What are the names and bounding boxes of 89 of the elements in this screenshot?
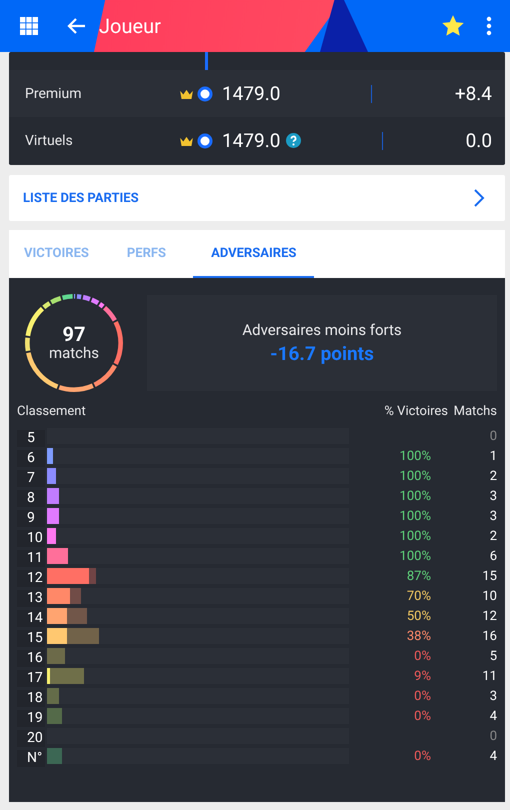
rank-label: 8 bbox=[17, 490, 45, 507]
crown-icon bbox=[179, 88, 194, 98]
match-count-cell-text: 11 bbox=[481, 668, 497, 684]
match-count-cell-text: 4 bbox=[488, 748, 497, 764]
back-arrow-icon[interactable] bbox=[67, 16, 87, 36]
win-percent: 50% bbox=[406, 608, 431, 624]
rank-label: 15 bbox=[17, 630, 45, 647]
match-count: 97 bbox=[62, 324, 86, 344]
win-percent: 100% bbox=[398, 508, 431, 524]
rating-change: +8.4 bbox=[454, 82, 492, 105]
chevron-right-icon[interactable] bbox=[473, 188, 485, 208]
win-percent: 87% bbox=[406, 568, 431, 584]
matches-bar bbox=[47, 648, 66, 664]
summary-title: Adversaires moins forts bbox=[242, 321, 402, 339]
rank-label: 17 bbox=[17, 670, 45, 687]
matches-bar bbox=[47, 468, 56, 484]
crown-icon bbox=[179, 136, 194, 146]
win-percent: 100% bbox=[398, 528, 431, 544]
rank-label: 12 bbox=[17, 570, 45, 587]
match-count-cell-text: 3 bbox=[488, 508, 497, 524]
win-percent: 70% bbox=[406, 588, 431, 604]
match-count-cell-text: 0 bbox=[488, 728, 497, 744]
win-percent: 100% bbox=[398, 448, 431, 464]
matches-bar bbox=[47, 668, 84, 684]
match-count-cell-text: 3 bbox=[488, 688, 497, 704]
win-percent: 0% bbox=[413, 648, 431, 664]
matches-bar bbox=[47, 688, 60, 704]
match-count-cell-text: 15 bbox=[481, 568, 497, 584]
rank-label: 6 bbox=[17, 450, 45, 467]
match-count-cell-text: 0 bbox=[488, 428, 497, 444]
column-header: Matchs bbox=[452, 404, 497, 418]
matches-bar bbox=[47, 488, 60, 504]
match-count-cell-text: 4 bbox=[488, 708, 497, 724]
win-percent: 100% bbox=[398, 468, 431, 484]
win-percent: 0% bbox=[413, 708, 431, 724]
window-title: Joueur bbox=[99, 14, 161, 38]
rank-label: 13 bbox=[17, 590, 45, 607]
rank-label: 14 bbox=[17, 610, 45, 627]
match-count-cell-text: 10 bbox=[481, 588, 497, 604]
column-header: % Victoires bbox=[383, 404, 448, 418]
win-percent: 0% bbox=[413, 688, 431, 704]
match-count-cell-text: 6 bbox=[488, 548, 497, 564]
match-unit: matchs bbox=[48, 344, 100, 362]
matches-bar bbox=[47, 588, 80, 604]
grid-menu-icon[interactable] bbox=[20, 17, 38, 35]
rating-label: Virtuels bbox=[25, 132, 74, 148]
rank-label: 16 bbox=[17, 650, 45, 667]
match-count-cell-text: 2 bbox=[488, 528, 497, 544]
rank-label: 18 bbox=[17, 690, 45, 707]
win-percent: 0% bbox=[413, 748, 431, 764]
more-options-icon[interactable] bbox=[486, 16, 492, 36]
column-header: Classement bbox=[17, 404, 87, 418]
rank-label: 19 bbox=[17, 710, 45, 727]
matches-bar bbox=[47, 748, 62, 764]
rank-label: 20 bbox=[17, 730, 45, 747]
rank-label: 10 bbox=[17, 530, 45, 547]
matches-bar bbox=[47, 508, 60, 524]
match-count-cell-text: 5 bbox=[488, 648, 497, 664]
timeline-dot-icon bbox=[197, 86, 213, 102]
rank-label: 11 bbox=[17, 550, 45, 567]
match-count-cell-text: 16 bbox=[481, 628, 497, 644]
match-count-cell-text: 3 bbox=[488, 488, 497, 504]
help-icon[interactable] bbox=[286, 133, 302, 148]
match-count-cell-text: 1 bbox=[488, 448, 497, 464]
matches-bar bbox=[47, 528, 56, 544]
rating-change: 0.0 bbox=[466, 129, 492, 152]
timeline-dot-icon bbox=[197, 132, 213, 148]
matches-bar bbox=[47, 568, 96, 584]
rating-label: Premium bbox=[25, 86, 83, 102]
win-percent: 100% bbox=[398, 548, 431, 564]
win-percent: 9% bbox=[413, 668, 431, 684]
rank-label: 5 bbox=[17, 430, 45, 447]
match-count-cell-text: 2 bbox=[488, 468, 497, 484]
win-percent: 38% bbox=[406, 628, 431, 644]
star-icon[interactable] bbox=[442, 15, 464, 37]
games-list-link[interactable]: LISTE DES PARTIES bbox=[23, 190, 139, 206]
matches-bar bbox=[47, 448, 54, 464]
matches-bar bbox=[47, 708, 62, 724]
rating-value: 1479.0 bbox=[222, 82, 280, 105]
win-percent: 100% bbox=[398, 488, 431, 504]
summary-points: -16.7 points bbox=[270, 342, 374, 365]
match-count-cell-text: 12 bbox=[481, 608, 497, 624]
matches-bar bbox=[47, 628, 99, 644]
matches-bar bbox=[47, 548, 68, 564]
matches-bar bbox=[47, 608, 87, 624]
rating-value: 1479.0 bbox=[222, 129, 280, 152]
rank-label: N° bbox=[17, 750, 45, 767]
rank-label: 7 bbox=[17, 470, 45, 487]
rank-label: 9 bbox=[17, 510, 45, 527]
